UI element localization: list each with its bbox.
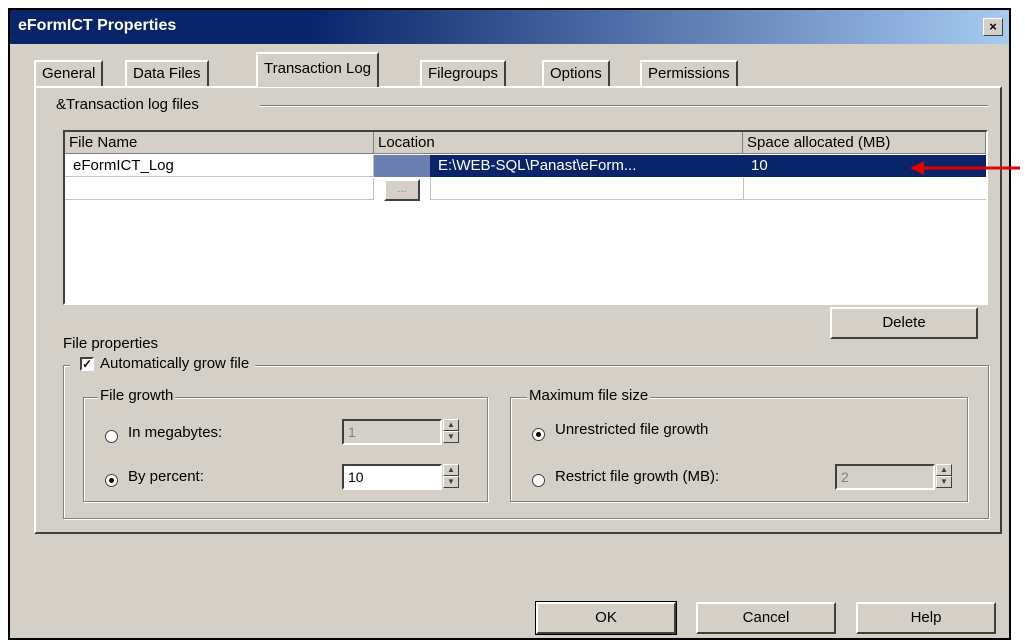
- tab-permissions[interactable]: Permissions: [640, 60, 738, 86]
- auto-grow-checkbox[interactable]: ✓: [80, 357, 94, 372]
- spin-up-icon[interactable]: ▲: [443, 464, 459, 476]
- unrestricted-radio[interactable]: [532, 428, 545, 441]
- window-title: eFormICT Properties: [18, 17, 177, 34]
- restrict-spinner[interactable]: ▲ ▼: [936, 464, 952, 490]
- cancel-button[interactable]: Cancel: [696, 602, 836, 634]
- by-percent-label: By percent:: [128, 468, 204, 485]
- tab-filegroups[interactable]: Filegroups: [420, 60, 507, 86]
- spin-down-icon[interactable]: ▼: [443, 476, 459, 488]
- tab-data-files[interactable]: Data Files: [125, 60, 209, 86]
- file-properties-label: File properties: [63, 335, 159, 352]
- by-percent-radio[interactable]: [105, 474, 118, 487]
- column-header-space[interactable]: Space allocated (MB): [743, 132, 986, 154]
- group-divider: [260, 105, 988, 107]
- column-header-file-name[interactable]: File Name: [65, 132, 374, 154]
- in-megabytes-label: In megabytes:: [128, 424, 223, 441]
- spin-up-icon[interactable]: ▲: [936, 464, 952, 476]
- cell-empty[interactable]: [65, 178, 374, 200]
- by-percent-spinner[interactable]: ▲ ▼: [443, 464, 459, 490]
- tab-transaction-log[interactable]: Transaction Log: [256, 52, 380, 87]
- in-megabytes-spinner[interactable]: ▲ ▼: [443, 419, 459, 445]
- tab-options[interactable]: Options: [542, 60, 610, 86]
- delete-button[interactable]: Delete: [830, 307, 978, 339]
- cell-location[interactable]: E:\WEB-SQL\Panast\eForm...: [430, 155, 743, 177]
- spin-down-icon[interactable]: ▼: [443, 431, 459, 443]
- ok-button[interactable]: OK: [535, 601, 677, 635]
- spin-down-icon[interactable]: ▼: [936, 476, 952, 488]
- in-megabytes-radio[interactable]: [105, 430, 118, 443]
- tab-general[interactable]: General: [34, 60, 104, 86]
- file-growth-label: File growth: [98, 387, 176, 404]
- log-files-group-label: &Transaction log files: [54, 96, 201, 113]
- restrict-label: Restrict file growth (MB):: [555, 468, 720, 485]
- browse-button[interactable]: ...: [384, 179, 420, 201]
- cell-empty[interactable]: [430, 178, 743, 200]
- restrict-input[interactable]: 2: [835, 464, 935, 490]
- auto-grow-row: ✓ Automatically grow file: [70, 355, 256, 372]
- max-file-size-label: Maximum file size: [527, 387, 651, 404]
- cell-empty[interactable]: [743, 178, 986, 200]
- in-megabytes-input[interactable]: 1: [342, 419, 442, 445]
- close-button[interactable]: ×: [983, 18, 1003, 36]
- annotation-arrow-icon: [910, 161, 1020, 175]
- properties-dialog: eFormICT Properties × General Data Files…: [8, 8, 1011, 640]
- cell-file-name[interactable]: eFormICT_Log: [65, 155, 374, 177]
- title-bar[interactable]: eFormICT Properties ×: [10, 10, 1009, 44]
- unrestricted-label: Unrestricted file growth: [555, 421, 709, 438]
- help-button[interactable]: Help: [856, 602, 996, 634]
- column-header-location[interactable]: Location: [374, 132, 743, 154]
- spin-up-icon[interactable]: ▲: [443, 419, 459, 431]
- location-browse-cell[interactable]: [374, 155, 430, 177]
- auto-grow-label: Automatically grow file: [100, 355, 250, 372]
- by-percent-input[interactable]: 10: [342, 464, 442, 490]
- restrict-radio[interactable]: [532, 474, 545, 487]
- log-files-grid[interactable]: File Name Location Space allocated (MB) …: [63, 130, 988, 305]
